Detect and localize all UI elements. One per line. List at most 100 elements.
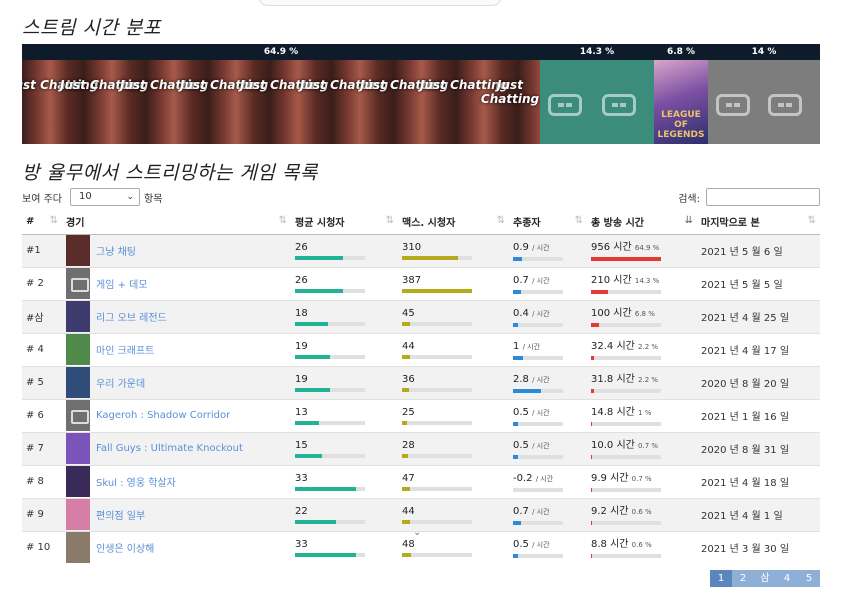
max-viewers-value: 48 [402,539,415,551]
entries-length-select[interactable]: 10 ⌄ [70,188,140,206]
followers-bar-fill [513,520,521,525]
game-thumbnail[interactable] [66,268,90,299]
sort-arrows-icon[interactable]: ⇅ [386,215,394,226]
game-thumbnail[interactable] [66,532,90,564]
game-link[interactable]: Skul : 영웅 학살자 [96,474,176,489]
game-thumbnail[interactable] [66,235,90,266]
page-button-4[interactable]: 4 [776,570,798,587]
search-input[interactable] [706,188,820,206]
sort-arrows-icon[interactable]: ⇅ [575,215,583,226]
stream-time-distribution: 64.9 % Just Chatting Just Chatting Just … [22,44,820,144]
game-cell: 게임 + 데모 [62,266,291,300]
followers-bar-fill [513,553,518,558]
segment-percent: 6.8 % [654,44,708,60]
followers-cell: 0.7 / 시간 [509,266,587,300]
sort-arrows-icon[interactable]: ⇅ [497,215,505,226]
game-link[interactable]: Fall Guys : Ultimate Knockout [96,443,243,454]
column-header-total-time[interactable]: 총 방송 시간 ⇊ [587,210,697,235]
table-row[interactable]: #삼 리그 오브 레전드 18 45 0.4 / 시간 100 시간 6.8 % 2021 … [22,299,820,333]
max-viewers-value: 45 [402,308,415,319]
followers-value: 0.5 [513,406,529,418]
segment-percent: 14.3 % [540,44,654,60]
table-row[interactable]: # 4 마인 크래프트 19 44 1 / 시간 32.4 시간 2.2 % 2021 년 … [22,332,820,366]
total-time-cell: 31.8 시간 2.2 % [587,365,697,399]
sort-arrows-icon[interactable]: ⇅ [808,215,816,226]
total-time-bar-fill [591,487,592,492]
total-time-bar-fill [591,520,592,525]
table-row[interactable]: # 8 Skul : 영웅 학살자 33 47 -0.2 / 시간 9.9 시간 0.7 … [22,464,820,498]
total-time-bar [591,289,661,294]
column-header-followers[interactable]: 추종자 ⇅ [509,210,587,235]
distribution-segment-just-chatting[interactable]: 64.9 % Just Chatting Just Chatting Just … [22,44,540,144]
table-row[interactable]: # 6 Kageroh : Shadow Corridor 13 25 0.5 / 시간… [22,398,820,432]
followers-bar [513,421,563,426]
distribution-segment-other[interactable]: 14 % [708,44,820,144]
game-link[interactable]: 게임 + 데모 [96,276,148,291]
game-thumbnail[interactable] [66,433,90,464]
game-link[interactable]: Kageroh : Shadow Corridor [96,410,230,421]
followers-unit: / 시간 [522,342,541,351]
last-seen-cell: 2020 년 8 월 31 일 [697,431,820,465]
total-time-bar [591,454,661,459]
max-viewers-value: 36 [402,374,415,385]
max-viewers-cell: 45 [398,299,509,333]
sort-arrows-icon[interactable]: ⇅ [279,215,287,226]
avg-viewers-bar [295,487,365,491]
game-cell: 편의점 일부 [62,497,291,531]
page-button-5[interactable]: 5 [798,570,820,587]
page-button-1[interactable]: 1 [710,570,732,587]
game-thumbnail[interactable] [66,466,90,497]
total-time-percent: 2.2 % [638,375,659,384]
total-time-bar-fill [591,256,661,261]
total-time-bar-fill [591,322,600,327]
game-link[interactable]: 마인 크래프트 [96,342,154,357]
game-thumbnail[interactable] [66,334,90,365]
total-time-bar [591,487,661,492]
table-row[interactable]: # 5 우리 가운데 19 36 2.8 / 시간 31.8 시간 2.2 % 2020 년… [22,365,820,399]
rank-cell: # 7 [22,431,62,465]
page-button-2[interactable]: 2 [732,570,754,587]
game-cell: Kageroh : Shadow Corridor [62,398,291,432]
column-header-avg-viewers[interactable]: 평균 시청자 ⇅ [291,210,398,235]
game-thumbnail[interactable] [66,301,90,332]
total-time-percent: 0.7 % [631,474,652,483]
avg-viewers-cell: 13 [291,398,398,432]
total-time-bar-fill [591,388,594,393]
game-link[interactable]: 편의점 일부 [96,507,145,522]
followers-bar [513,520,563,525]
avg-viewers-bar [295,322,365,326]
game-thumbnail[interactable] [66,499,90,530]
game-link[interactable]: 우리 가운데 [96,375,145,390]
sort-desc-icon[interactable]: ⇊ [685,215,693,226]
distribution-segment-games-demos[interactable]: 14.3 % [540,44,654,144]
max-viewers-bar [402,454,472,458]
top-search-bar[interactable] [258,0,502,6]
just-chatting-art: Just Chatting Just Chatting Just Chattin… [22,60,540,144]
table-row[interactable]: # 2 게임 + 데모 26 387 0.7 / 시간 210 시간 14.3 % 2021… [22,266,820,300]
game-thumbnail[interactable] [66,400,90,431]
controller-icon [548,94,582,116]
max-viewers-bar [402,256,472,260]
game-link[interactable]: 리그 오브 레전드 [96,309,167,324]
sort-arrows-icon[interactable]: ⇅ [50,215,58,226]
total-time-percent: 1 % [638,408,652,417]
total-time-percent: 0.6 % [631,507,652,516]
avg-viewers-cell: 19 [291,365,398,399]
game-cell: 그냥 채팅 [62,233,291,267]
column-header-rank[interactable]: # ⇅ [22,210,62,235]
game-thumbnail[interactable] [66,367,90,398]
table-row[interactable]: # 7 Fall Guys : Ultimate Knockout 15 28 0.5 … [22,431,820,465]
avg-viewers-bar-fill [295,388,330,392]
column-header-game[interactable]: 경기 ⇅ [62,210,291,235]
game-link[interactable]: 그냥 채팅 [96,243,136,258]
league-of-legends-art: LEAGUE OF LEGENDS [654,60,708,144]
followers-unit: / 시간 [532,243,550,252]
game-link[interactable]: 인생은 이상해 [96,540,154,555]
followers-unit: / 시간 [532,375,550,384]
column-header-max-viewers[interactable]: 맥스. 시청자 ⇅ [398,210,509,235]
table-row[interactable]: #1 그냥 채팅 26 310 0.9 / 시간 956 시간 64.9 % 2021 년 … [22,233,820,267]
column-header-last-seen[interactable]: 마지막으로 본 ⇅ [697,210,820,235]
avg-viewers-bar [295,454,365,458]
distribution-segment-league-of-legends[interactable]: 6.8 % LEAGUE OF LEGENDS [654,44,708,144]
page-button-3[interactable]: 삼 [754,570,776,587]
